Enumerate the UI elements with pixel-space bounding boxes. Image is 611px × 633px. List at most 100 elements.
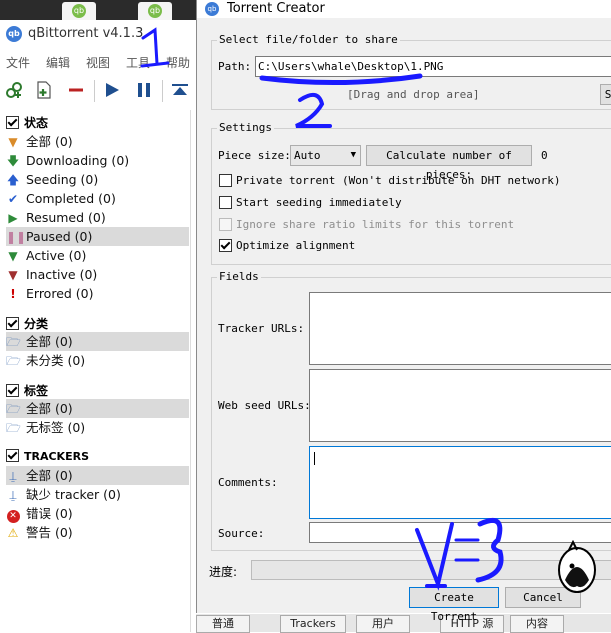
progress-label: 进度: bbox=[209, 565, 238, 579]
calculate-pieces-button[interactable]: Calculate number of pieces: bbox=[366, 145, 532, 181]
warning-icon: ⚠ bbox=[7, 526, 19, 540]
arrow-up-icon: 🡅 bbox=[6, 173, 20, 187]
check-icon: ✔ bbox=[7, 192, 19, 206]
error-icon: ✕ bbox=[6, 505, 20, 524]
filter-inactive-icon: ▼ bbox=[8, 268, 18, 282]
start-seeding-checkbox[interactable] bbox=[219, 196, 232, 209]
path-label: Path: bbox=[218, 60, 252, 73]
details-tab-bar: 普通 Trackers 用户 HTTP 源 内容 bbox=[196, 614, 611, 633]
piece-size-select[interactable]: Auto ▼ bbox=[290, 145, 361, 166]
create-torrent-button[interactable]: Create Torrent bbox=[409, 587, 499, 623]
desktop-qbittorrent-icon[interactable]: qb bbox=[62, 2, 96, 20]
tracker-urls-label: Tracker URLs: bbox=[218, 322, 305, 335]
sidebar-item-tracker-warning[interactable]: ⚠ 警告 (0) bbox=[6, 523, 189, 542]
web-seed-urls-label: Web seed URLs: bbox=[218, 399, 311, 412]
categories-section-header[interactable]: 分类 bbox=[6, 315, 48, 333]
optimize-alignment-checkbox[interactable] bbox=[219, 239, 232, 252]
dialog-titlebar[interactable]: qb Torrent Creator bbox=[197, 0, 611, 18]
sidebar-item-paused[interactable]: ❚❚Paused (0) bbox=[6, 227, 189, 246]
folder-icon: 🗁 bbox=[6, 354, 21, 368]
sidebar-item-untagged[interactable]: 🗁 无标签 (0) bbox=[6, 418, 189, 437]
main-window-title: qBittorrent v4.1.3 bbox=[28, 26, 144, 41]
menu-edit[interactable]: 编辑 bbox=[46, 54, 70, 71]
menu-bar: 文件 编辑 视图 工具 帮助 bbox=[0, 50, 200, 72]
optimize-alignment-label: Optimize alignment bbox=[236, 239, 356, 252]
source-label: Source: bbox=[218, 527, 265, 540]
torrent-creator-dialog: qb Torrent Creator Select file/folder to… bbox=[196, 0, 611, 623]
sidebar-item-tag-all[interactable]: 🗁 全部 (0) bbox=[6, 399, 189, 418]
dialog-title: Torrent Creator bbox=[227, 1, 325, 16]
private-torrent-checkbox[interactable] bbox=[219, 174, 232, 187]
menu-tools[interactable]: 工具 bbox=[126, 54, 150, 71]
collapse-checkbox-icon bbox=[6, 116, 19, 129]
private-torrent-label: Private torrent (Won't distribute on DHT… bbox=[236, 174, 561, 187]
sidebar-item-errored[interactable]: ! Errored (0) bbox=[6, 284, 189, 303]
file-select-group-title: Select file/folder to share bbox=[217, 33, 400, 46]
text-cursor bbox=[314, 452, 315, 465]
desktop-qbittorrent-icon[interactable]: qb bbox=[138, 2, 172, 20]
sidebar-item-inactive[interactable]: ▼ Inactive (0) bbox=[6, 265, 189, 284]
sidebar-item-completed[interactable]: ✔ Completed (0) bbox=[6, 189, 189, 208]
settings-group-title: Settings bbox=[217, 121, 274, 134]
status-section-header[interactable]: 状态 bbox=[6, 114, 48, 132]
pieces-count: 0 bbox=[541, 149, 548, 162]
tab-peers[interactable]: 用户 bbox=[356, 615, 410, 633]
comments-textarea[interactable] bbox=[309, 446, 611, 519]
sidebar-item-downloading[interactable]: 🡇 Downloading (0) bbox=[6, 151, 189, 170]
web-seed-urls-textarea[interactable] bbox=[309, 369, 611, 442]
qbittorrent-logo-icon: qb bbox=[6, 26, 22, 42]
move-top-icon[interactable] bbox=[170, 80, 190, 100]
comments-label: Comments: bbox=[218, 476, 278, 489]
ignore-ratio-label: Ignore share ratio limits for this torre… bbox=[236, 218, 515, 231]
filter-icon: ▼ bbox=[8, 135, 18, 149]
sidebar-item-trackerless[interactable]: ⍊ 缺少 tracker (0) bbox=[6, 485, 189, 504]
tab-general[interactable]: 普通 bbox=[196, 615, 250, 633]
filter-active-icon: ▼ bbox=[8, 249, 18, 263]
qbittorrent-logo-icon: qb bbox=[205, 2, 219, 16]
start-seeding-label: Start seeding immediately bbox=[236, 196, 402, 209]
exclamation-icon: ! bbox=[10, 287, 16, 301]
drag-drop-area[interactable]: [Drag and drop area] bbox=[347, 88, 479, 101]
collapse-checkbox-icon bbox=[6, 384, 19, 397]
fields-group-title: Fields bbox=[217, 270, 261, 283]
pause-icon[interactable] bbox=[134, 80, 154, 100]
menu-file[interactable]: 文件 bbox=[6, 54, 30, 71]
sidebar-item-tracker-all[interactable]: ⍊ 全部 (0) bbox=[6, 466, 189, 485]
tab-content[interactable]: 内容 bbox=[510, 615, 564, 633]
toolbar-separator bbox=[94, 80, 95, 102]
menu-view[interactable]: 视图 bbox=[86, 54, 110, 71]
main-titlebar: qb qBittorrent v4.1.3 bbox=[0, 20, 200, 48]
select-file-button[interactable]: S bbox=[600, 84, 611, 105]
main-toolbar bbox=[0, 74, 200, 106]
sidebar-item-all[interactable]: ▼ 全部 (0) bbox=[6, 132, 189, 151]
add-torrent-file-icon[interactable] bbox=[34, 80, 54, 100]
sidebar-item-tracker-error[interactable]: ✕ 错误 (0) bbox=[6, 504, 189, 523]
tracker-urls-textarea[interactable] bbox=[309, 292, 611, 365]
tracker-icon: ⍊ bbox=[9, 469, 17, 483]
path-input[interactable]: C:\Users\whale\Desktop\1.PNG bbox=[255, 56, 611, 77]
ignore-ratio-checkbox[interactable] bbox=[219, 218, 232, 231]
sidebar-item-seeding[interactable]: 🡅 Seeding (0) bbox=[6, 170, 189, 189]
sidebar-item-category-all[interactable]: 🗁 全部 (0) bbox=[6, 332, 189, 351]
sidebar: 状态 ▼ 全部 (0) 🡇 Downloading (0) 🡅 Seeding (0)… bbox=[0, 110, 191, 632]
folder-icon: 🗁 bbox=[6, 421, 21, 435]
resume-icon[interactable] bbox=[102, 80, 122, 100]
sidebar-item-active[interactable]: ▼ Active (0) bbox=[6, 246, 189, 265]
menu-help[interactable]: 帮助 bbox=[166, 54, 190, 71]
sidebar-item-resumed[interactable]: ▶ Resumed (0) bbox=[6, 208, 189, 227]
folder-icon: 🗁 bbox=[6, 335, 21, 349]
folder-icon: 🗁 bbox=[6, 402, 21, 416]
tracker-icon: ⍊ bbox=[9, 488, 17, 502]
remove-icon[interactable] bbox=[66, 80, 86, 100]
mascot-sticker-icon bbox=[558, 540, 596, 593]
trackers-section-header[interactable]: TRACKERS bbox=[6, 449, 89, 467]
tab-trackers[interactable]: Trackers bbox=[280, 615, 346, 633]
chevron-down-icon: ▼ bbox=[350, 150, 356, 160]
desktop-taskbar: qb qb bbox=[0, 0, 200, 20]
collapse-checkbox-icon bbox=[6, 317, 19, 330]
tags-section-header[interactable]: 标签 bbox=[6, 382, 48, 400]
toolbar-separator bbox=[162, 80, 163, 102]
sidebar-item-uncategorized[interactable]: 🗁 未分类 (0) bbox=[6, 351, 189, 370]
add-link-icon[interactable] bbox=[4, 80, 24, 100]
arrow-down-icon: 🡇 bbox=[6, 154, 20, 168]
